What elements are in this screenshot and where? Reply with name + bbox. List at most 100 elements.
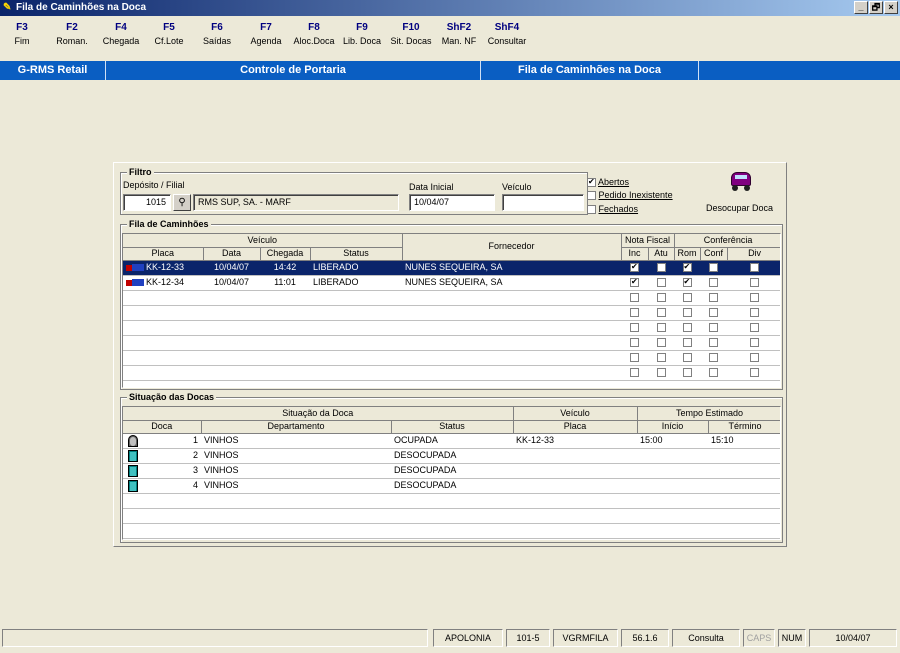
rom-checkbox[interactable] [682,293,692,303]
conf-checkbox[interactable] [709,278,719,288]
atu-checkbox[interactable] [656,338,666,348]
table-row[interactable] [123,350,780,366]
docas-col-placa[interactable]: Placa [513,420,638,434]
rom-checkbox[interactable] [682,277,692,288]
desocupar-doca-button[interactable] [729,168,753,192]
data-inicial-field[interactable]: 10/04/07 [409,194,495,211]
div-checkbox[interactable] [750,353,760,363]
fila-col-data[interactable]: Data [203,247,261,261]
desocupar-doca-label[interactable]: Desocupar Doca [706,203,773,214]
fkey-agenda[interactable]: F7 Agenda [241,21,291,47]
atu-checkbox[interactable] [656,323,666,333]
fila-col-fornecedor[interactable]: Fornecedor [402,234,622,261]
inc-checkbox[interactable] [630,262,640,273]
atu-checkbox[interactable] [656,368,666,378]
div-checkbox[interactable] [750,278,760,288]
conf-checkbox[interactable] [709,323,719,333]
div-checkbox[interactable] [750,338,760,348]
pedido-inexistente-checkbox[interactable]: Pedido Inexistente [587,189,673,201]
fkey-aloc-doca[interactable]: F8 Aloc.Doca [289,21,339,47]
doca-num: 2 [192,449,198,460]
atu-checkbox[interactable] [656,293,666,303]
fkey-fim[interactable]: F3 Fim [0,21,47,47]
close-button[interactable]: × [884,1,898,14]
inc-checkbox[interactable] [630,293,640,303]
inc-checkbox[interactable] [630,277,640,288]
status-cell: DESOCUPADA [391,448,514,464]
veiculo-field[interactable] [502,194,584,211]
restore-button[interactable]: 🗗 [869,1,883,14]
table-row[interactable]: 3 VINHOS DESOCUPADA [123,463,780,479]
empty-cell [123,320,203,336]
rom-checkbox[interactable] [682,353,692,363]
abertos-checkbox[interactable]: Abertos [587,176,629,188]
fila-col-atu[interactable]: Atu [648,247,675,261]
rom-checkbox[interactable] [682,368,692,378]
table-row[interactable] [123,290,780,306]
table-row[interactable] [123,365,780,381]
fkey-chegada[interactable]: F4 Chegada [96,21,146,47]
fila-col-inc[interactable]: Inc [621,247,649,261]
deposito-code-field[interactable]: 1015 [123,194,171,211]
fila-col-chegada[interactable]: Chegada [260,247,311,261]
search-deposito-button[interactable]: ⚲ [173,194,191,211]
table-row[interactable] [123,320,780,336]
table-row[interactable] [123,523,780,539]
table-row[interactable]: KK-12-33 10/04/07 14:42 LIBERADO NUNES SEQUE… [123,260,780,276]
div-checkbox[interactable] [750,263,760,273]
status-code: 101-5 [506,629,550,647]
fkey-lib-doca[interactable]: F9 Lib. Doca [337,21,387,47]
fkey-sit-docas[interactable]: F10 Sit. Docas [386,21,436,47]
table-row[interactable]: 1 VINHOS OCUPADA KK-12-33 15:00 15:10 [123,433,780,449]
docas-col-inicio[interactable]: Início [637,420,709,434]
inc-checkbox[interactable] [630,368,640,378]
inc-checkbox[interactable] [630,338,640,348]
table-row[interactable] [123,508,780,524]
fila-col-div[interactable]: Div [727,247,780,261]
table-row[interactable] [123,335,780,351]
atu-checkbox[interactable] [656,263,666,273]
fechados-checkbox[interactable]: Fechados [587,203,638,215]
div-checkbox[interactable] [750,323,760,333]
table-row[interactable]: 2 VINHOS DESOCUPADA [123,448,780,464]
fkey-consultar[interactable]: ShF4 Consultar [482,21,532,47]
fkey-cf-lote[interactable]: F5 Cf.Lote [144,21,194,47]
docas-col-status[interactable]: Status [391,420,514,434]
div-checkbox[interactable] [750,293,760,303]
table-row[interactable] [123,305,780,321]
inc-checkbox[interactable] [630,353,640,363]
fila-col-placa[interactable]: Placa [123,247,204,261]
table-row[interactable] [123,493,780,509]
fkey-romaneio[interactable]: F2 Roman. [47,21,97,47]
rom-checkbox[interactable] [682,308,692,318]
inc-checkbox[interactable] [630,323,640,333]
conf-checkbox[interactable] [709,353,719,363]
docas-col-doca[interactable]: Doca [123,420,202,434]
div-checkbox[interactable] [750,368,760,378]
atu-checkbox[interactable] [656,353,666,363]
docas-col-depto[interactable]: Departamento [201,420,392,434]
fila-col-rom[interactable]: Rom [674,247,701,261]
placa-cell: KK-12-34 [123,275,203,291]
conf-checkbox[interactable] [709,263,719,273]
header-screen: Fila de Caminhões na Doca [481,61,699,80]
atu-checkbox[interactable] [656,308,666,318]
conf-checkbox[interactable] [709,368,719,378]
conf-checkbox[interactable] [709,308,719,318]
docas-col-termino[interactable]: Término [708,420,780,434]
table-row[interactable]: 4 VINHOS DESOCUPADA [123,478,780,494]
rom-checkbox[interactable] [682,323,692,333]
fkey-man-nf[interactable]: ShF2 Man. NF [434,21,484,47]
div-checkbox[interactable] [750,308,760,318]
inc-checkbox[interactable] [630,308,640,318]
table-row[interactable]: KK-12-34 10/04/07 11:01 LIBERADO NUNES SEQUE… [123,275,780,291]
atu-checkbox[interactable] [656,278,666,288]
conf-checkbox[interactable] [709,338,719,348]
rom-checkbox[interactable] [682,262,692,273]
minimize-button[interactable]: _ [854,1,868,14]
fila-col-conf[interactable]: Conf [700,247,728,261]
fila-col-status[interactable]: Status [310,247,403,261]
conf-checkbox[interactable] [709,293,719,303]
fkey-saidas[interactable]: F6 Saídas [192,21,242,47]
rom-checkbox[interactable] [682,338,692,348]
